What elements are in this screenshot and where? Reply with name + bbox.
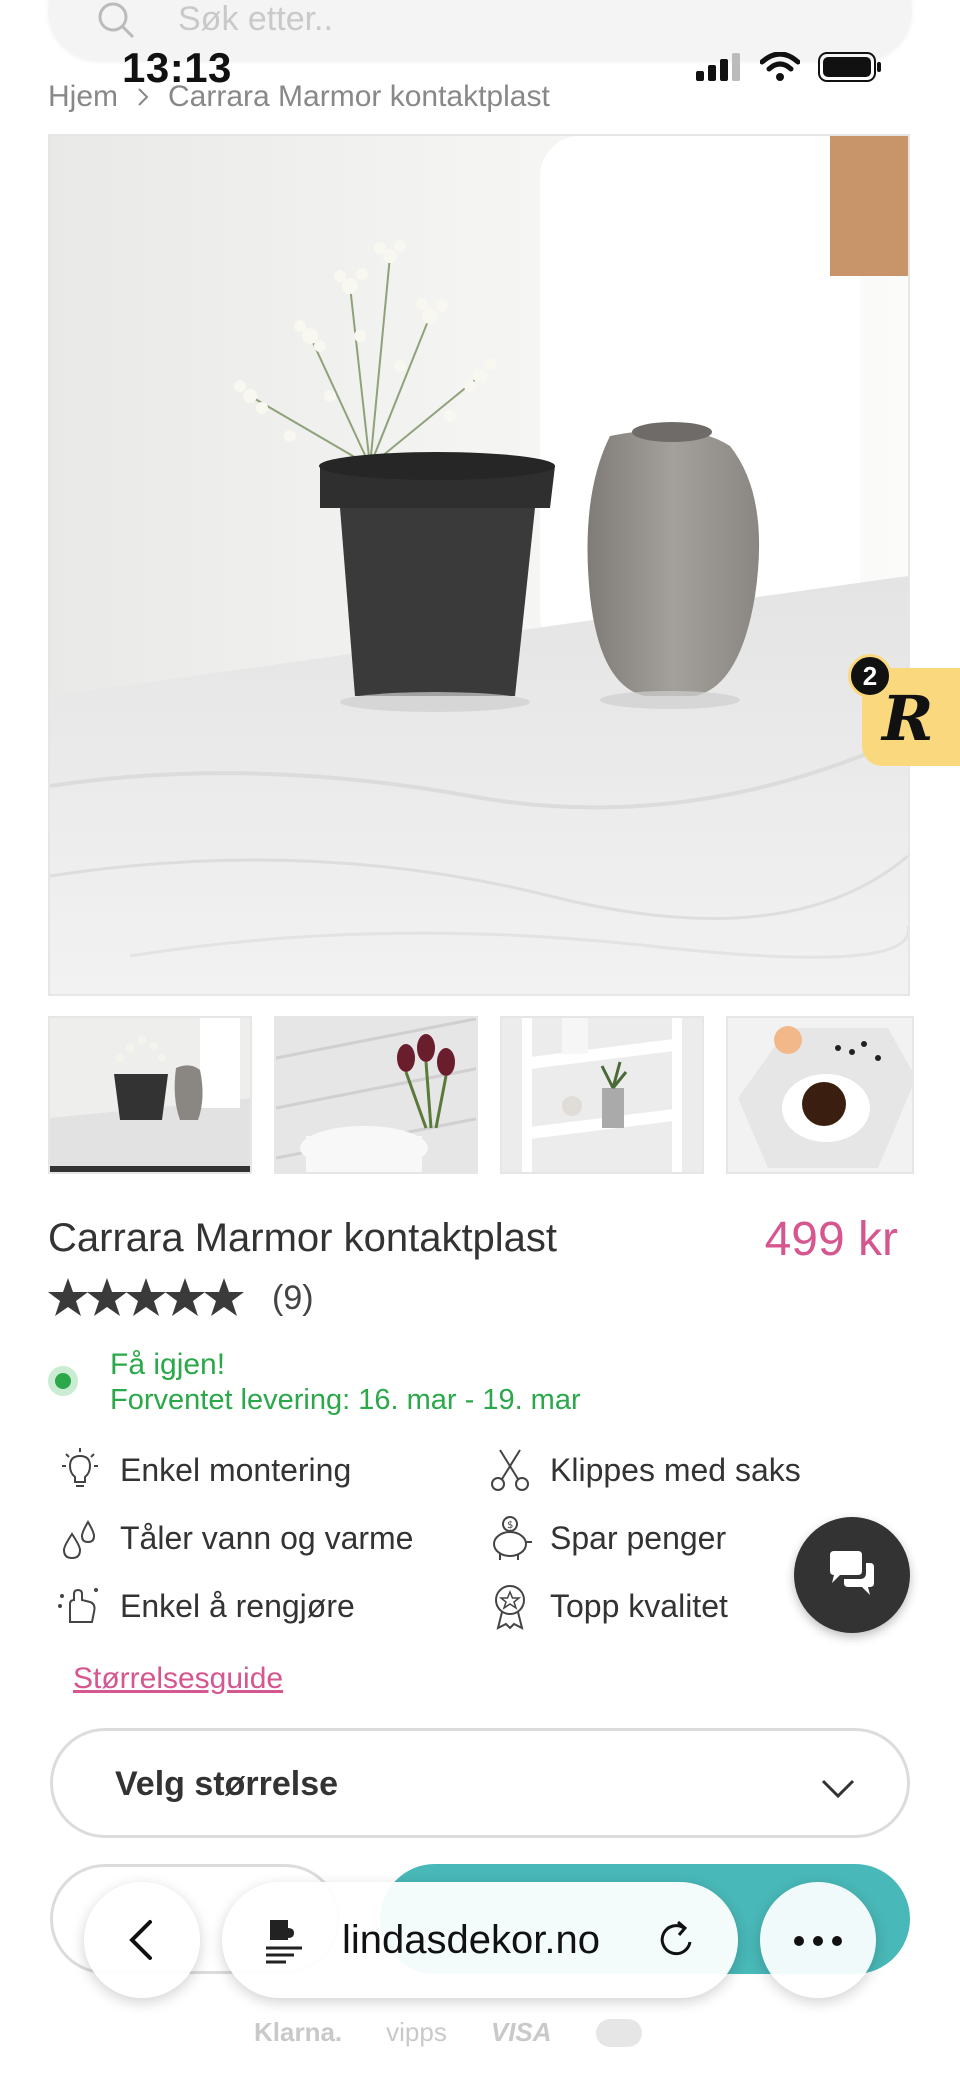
browser-back-button[interactable] (84, 1882, 200, 1998)
feature-label: Enkel å rengjøre (120, 1587, 355, 1624)
page-menu-icon (266, 1920, 302, 1964)
size-select-dropdown[interactable]: Velg størrelse (50, 1728, 910, 1838)
thumbnail-3[interactable] (500, 1016, 704, 1174)
payment-card-icon (595, 2018, 642, 2047)
delivery-estimate: Forventet levering: 16. mar - 19. mar (110, 1384, 581, 1416)
feature-label: Klippes med saks (550, 1451, 801, 1488)
reviews-logo-icon: R (882, 682, 934, 755)
feature-label: Topp kvalitet (550, 1587, 728, 1624)
product-photo (50, 136, 908, 994)
chevron-down-icon (821, 1779, 855, 1799)
svg-text:$: $ (507, 1520, 513, 1531)
ellipsis-dot (813, 1936, 823, 1946)
feature-label: Tåler vann og varme (120, 1519, 414, 1556)
reviews-widget-badge[interactable]: 2 R (848, 654, 960, 766)
award-badge-icon (495, 1585, 525, 1630)
status-icons (696, 52, 882, 82)
wifi-icon (760, 52, 800, 81)
battery-icon (818, 52, 881, 82)
feature-item: Tåler vann og varme (56, 1514, 413, 1562)
breadcrumb-home-link[interactable]: Hjem (48, 80, 118, 114)
klarna-logo: Klarna. (254, 2017, 343, 2047)
cellular-signal-icon (696, 53, 740, 81)
size-select-label: Velg størrelse (115, 1765, 339, 1803)
feature-label: Enkel montering (120, 1451, 352, 1488)
ellipsis-icon (794, 1936, 804, 1946)
product-price: 499 kr (764, 1213, 898, 1266)
feature-item: Klippes med saks (486, 1446, 801, 1494)
lightbulb-icon (62, 1448, 98, 1487)
url-text: lindasdekor.no (342, 1918, 600, 1962)
ellipsis-dot (832, 1936, 842, 1946)
piggy-bank-icon: $ (493, 1516, 532, 1560)
stock-text: Få igjen! (110, 1348, 226, 1381)
feature-item: Enkel montering (56, 1446, 351, 1494)
feature-item: $ Spar penger (486, 1514, 726, 1562)
water-drops-icon (62, 1520, 96, 1560)
payment-methods: Klarna. vipps VISA (254, 2017, 642, 2048)
breadcrumb: Hjem Carrara Marmor kontaktplast (48, 80, 550, 114)
feature-label: Spar penger (550, 1519, 727, 1556)
thumbnail-4[interactable] (726, 1016, 914, 1174)
thumbnail-1[interactable] (48, 1016, 252, 1174)
chat-bubbles-icon (830, 1551, 874, 1595)
clean-hand-icon (58, 1588, 98, 1623)
product-rating[interactable]: (9) (48, 1276, 314, 1320)
thumbnail-strip (48, 1016, 914, 1174)
chat-button[interactable] (794, 1517, 910, 1633)
stock-indicator-icon (48, 1366, 78, 1396)
product-main-image[interactable] (48, 134, 910, 996)
feature-item: Enkel å rengjøre (56, 1582, 355, 1630)
size-guide-link[interactable]: Størrelsesguide (73, 1662, 283, 1696)
vipps-logo: vipps (386, 2017, 447, 2047)
browser-address-bar[interactable]: lindasdekor.no (222, 1882, 738, 1998)
search-icon (98, 2, 135, 39)
visa-logo: VISA (490, 2017, 552, 2047)
browser-more-button[interactable] (760, 1882, 876, 1998)
thumbnail-2[interactable] (274, 1016, 478, 1174)
product-title: Carrara Marmor kontaktplast (48, 1216, 558, 1260)
reload-icon[interactable] (654, 1918, 698, 1962)
feature-item: Topp kvalitet (486, 1582, 728, 1630)
scissors-icon (491, 1449, 529, 1491)
chevron-right-icon (138, 88, 149, 106)
review-count[interactable]: (9) (272, 1279, 314, 1318)
star-rating (48, 1276, 246, 1320)
breadcrumb-current: Carrara Marmor kontaktplast (168, 80, 550, 113)
search-input[interactable]: Søk etter.. (178, 0, 333, 39)
chevron-left-icon (129, 1920, 152, 1960)
